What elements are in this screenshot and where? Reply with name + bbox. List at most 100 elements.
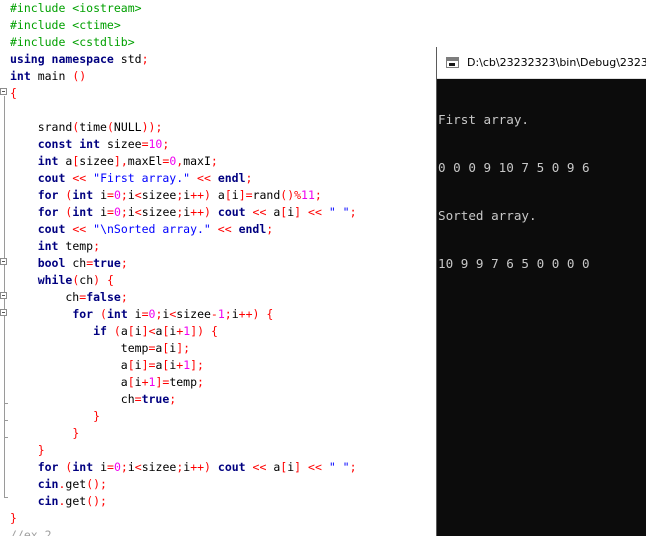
code-token: if	[93, 324, 107, 338]
code-token: ));	[141, 120, 163, 134]
code-token: ;	[314, 188, 322, 202]
code-token: 0	[113, 460, 121, 474]
code-token: i	[127, 460, 135, 474]
code-line: const int sizee=10;	[10, 136, 357, 153]
code-token: i	[93, 188, 107, 202]
code-token: srand	[10, 120, 73, 134]
code-token: ;	[245, 171, 253, 185]
code-token: maxI	[183, 154, 211, 168]
code-token: =	[141, 307, 149, 321]
code-token: #include <iostream>	[10, 1, 142, 15]
console-line: 10 9 9 7 6 5 0 0 0 0	[438, 256, 590, 271]
code-token: true	[141, 392, 170, 406]
code-line: }	[10, 510, 357, 527]
code-token: <	[134, 460, 142, 474]
code-line: cin.get();	[10, 493, 357, 510]
code-token: while	[37, 273, 73, 287]
code-token: <<	[72, 171, 87, 185]
code-token: std	[113, 52, 142, 66]
code-token: =	[107, 205, 114, 219]
code-token: =	[107, 460, 114, 474]
console-titlebar[interactable]: D:\cb\23232323\bin\Debug\23232323	[437, 47, 646, 79]
code-token: <<	[72, 222, 87, 236]
code-token: =	[134, 392, 142, 406]
code-token: i	[134, 375, 142, 389]
code-token: i	[231, 188, 239, 202]
code-token: temp	[10, 341, 149, 355]
code-token: (	[106, 120, 114, 134]
console-line: Sorted array.	[438, 208, 537, 223]
code-token: sizee	[79, 154, 114, 168]
code-token: i	[231, 307, 239, 321]
code-token: 0	[113, 188, 121, 202]
code-token: =	[107, 188, 114, 202]
code-token: ();	[86, 477, 107, 491]
code-token: {	[10, 86, 17, 100]
fold-gutter	[0, 0, 9, 536]
code-token: sizee	[100, 137, 142, 151]
fold-end-if	[4, 403, 8, 404]
code-token: cout	[37, 222, 66, 236]
code-token: <	[134, 205, 142, 219]
fold-toggle-if[interactable]	[0, 309, 7, 316]
code-token: ]<	[141, 324, 156, 338]
code-token: [	[127, 358, 135, 372]
code-token: ;	[162, 137, 170, 151]
code-line: #include <ctime>	[10, 17, 357, 34]
code-token: ;	[210, 154, 218, 168]
code-token: ;	[120, 205, 128, 219]
code-token: int	[72, 188, 94, 202]
code-token: i	[93, 460, 107, 474]
code-token: main	[30, 69, 73, 83]
code-token: ++)	[190, 205, 211, 219]
code-token: bool	[37, 256, 66, 270]
code-token: rand	[252, 188, 281, 202]
code-token: i	[127, 205, 135, 219]
code-line: cin.get();	[10, 476, 357, 493]
code-token: (	[100, 307, 107, 321]
code-line: a[i+1]=temp;	[10, 374, 357, 391]
code-token: ++)	[190, 460, 211, 474]
code-token: a	[10, 358, 128, 372]
code-line: #include <cstdlib>	[10, 34, 357, 51]
code-token: 10	[148, 137, 163, 151]
fold-toggle-for[interactable]	[0, 292, 7, 299]
code-token: maxEl	[127, 154, 163, 168]
code-token: i	[93, 205, 107, 219]
console-window[interactable]: D:\cb\23232323\bin\Debug\23232323 First …	[436, 47, 646, 536]
fold-toggle-while[interactable]	[0, 258, 7, 265]
code-token: [	[224, 188, 232, 202]
code-token: temp	[169, 375, 198, 389]
code-token: ++)	[190, 188, 211, 202]
code-token: " "	[328, 205, 350, 219]
fold-toggle-main[interactable]	[0, 88, 7, 95]
code-token: <	[134, 188, 142, 202]
console-line: 0 0 0 9 10 7 5 0 9 6	[438, 160, 590, 175]
code-token: i	[134, 324, 142, 338]
code-line: ch=true;	[10, 391, 357, 408]
code-token: int	[72, 460, 94, 474]
code-token: ;	[349, 460, 357, 474]
code-token: ])	[190, 324, 205, 338]
code-token: ]=	[155, 375, 170, 389]
code-line: int temp;	[10, 238, 357, 255]
code-token: endl	[217, 171, 246, 185]
code-line: #include <iostream>	[10, 0, 357, 17]
code-token: =	[141, 137, 149, 151]
code-token: ;	[169, 392, 177, 406]
code-text[interactable]: #include <iostream> #include <ctime> #incl…	[10, 0, 357, 536]
code-token: ;	[120, 290, 128, 304]
